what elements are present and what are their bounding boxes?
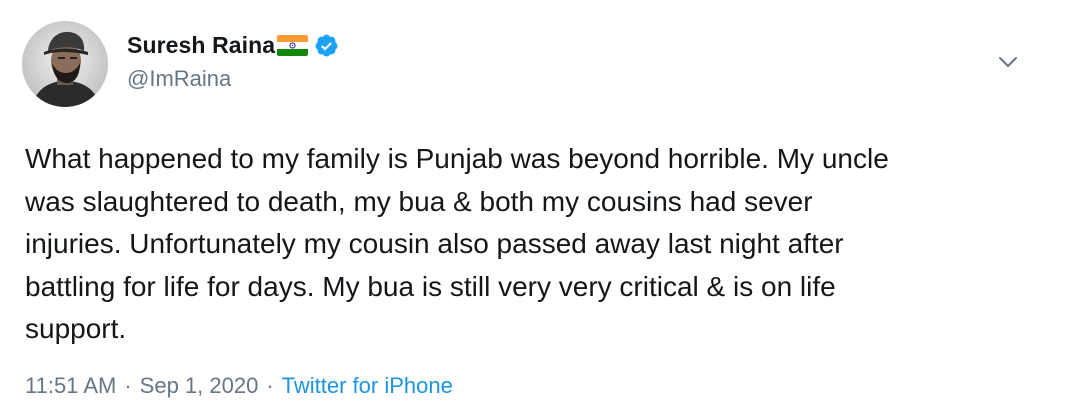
meta-separator: ·: [124, 373, 132, 398]
tweet-source-link[interactable]: Twitter for iPhone: [282, 373, 453, 399]
tweet-card: Suresh Raina @ImRaina What happened to m…: [0, 0, 1070, 416]
display-name[interactable]: Suresh Raina: [127, 32, 275, 59]
chevron-down-icon[interactable]: [996, 52, 1020, 72]
user-handle[interactable]: @ImRaina: [127, 66, 231, 92]
tweet-text: What happened to my family is Punjab was…: [25, 143, 889, 345]
tweet-time[interactable]: 11:51 AM: [25, 373, 116, 399]
tweet-date[interactable]: Sep 1, 2020: [140, 373, 259, 399]
author-name-row[interactable]: Suresh Raina: [127, 29, 339, 61]
meta-separator: ·: [266, 373, 274, 398]
verified-badge-icon: [314, 33, 339, 58]
avatar[interactable]: [22, 21, 108, 107]
india-flag-icon: [277, 34, 309, 56]
avatar-image: [22, 21, 108, 107]
tweet-metadata: 11:51 AM · Sep 1, 2020 · Twitter for iPh…: [25, 373, 453, 399]
